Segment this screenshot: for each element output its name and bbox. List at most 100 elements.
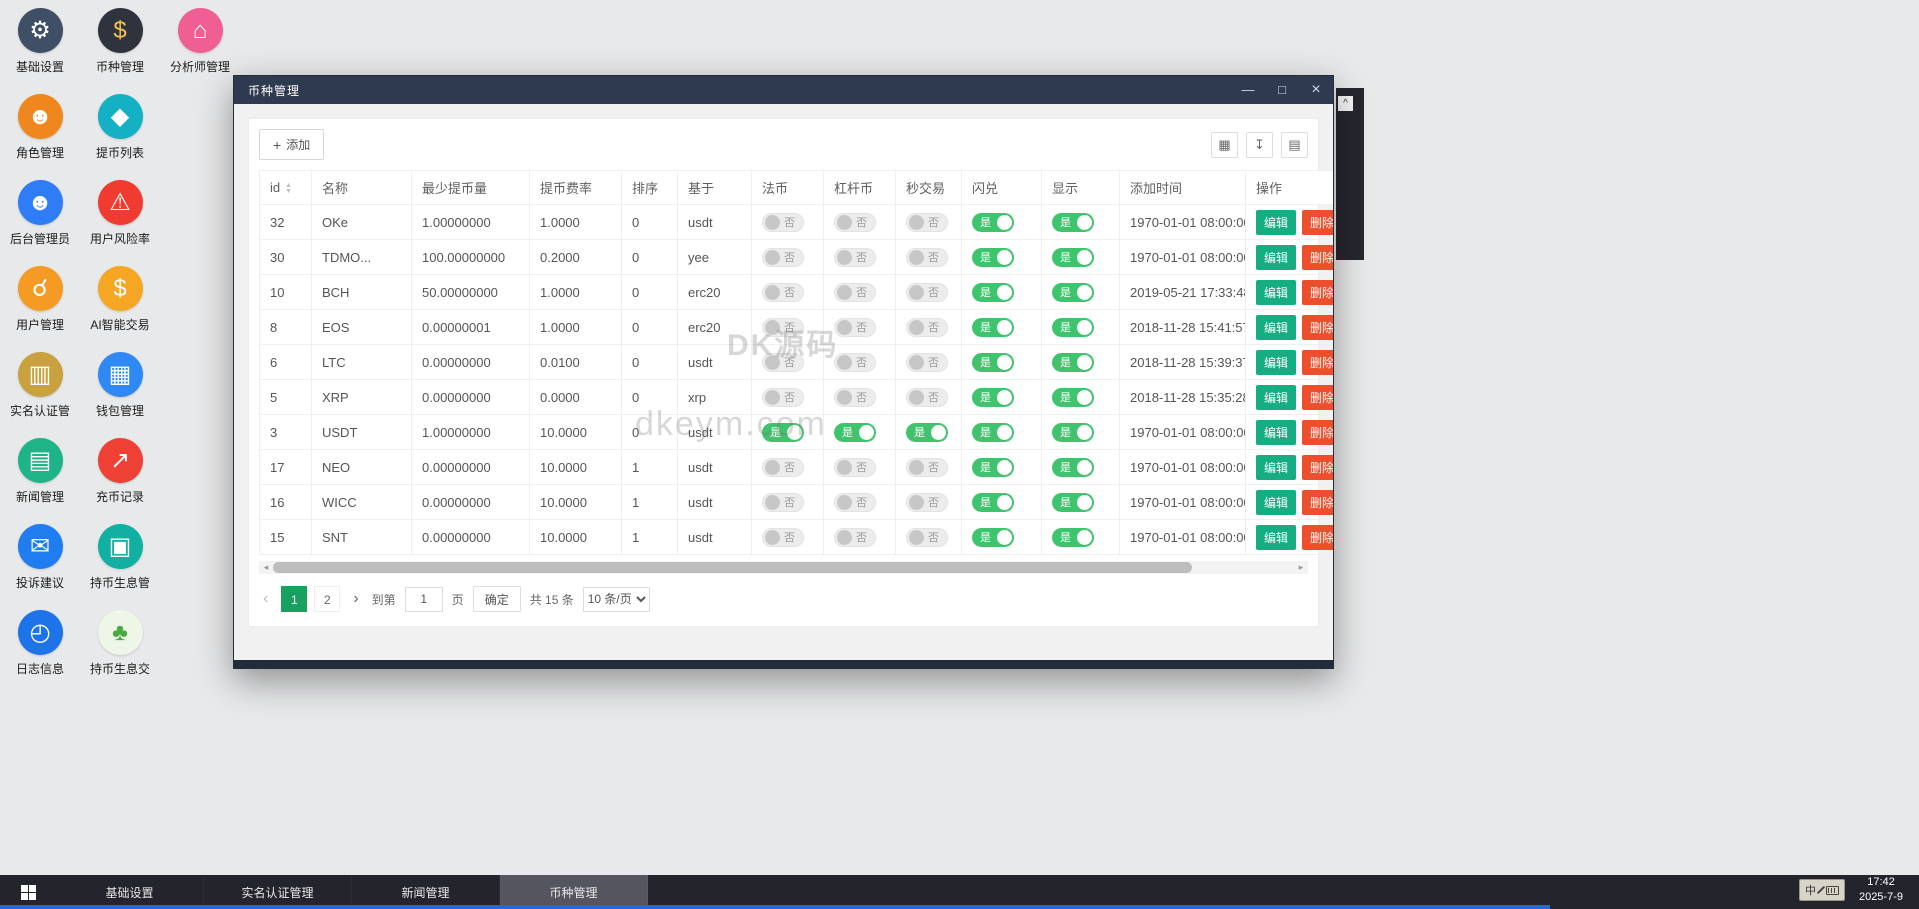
toggle-switch[interactable]: 是 <box>1052 248 1094 267</box>
toggle-switch[interactable]: 否 <box>906 213 948 232</box>
desktop-icon-log-info[interactable]: ◴日志信息 <box>1 606 79 692</box>
toggle-switch[interactable]: 是 <box>1052 213 1094 232</box>
minimize-button[interactable]: — <box>1231 76 1265 104</box>
add-button[interactable]: + 添加 <box>259 129 324 160</box>
desktop-icon-wallet-manage[interactable]: ▦钱包管理 <box>81 348 159 434</box>
window-titlebar[interactable]: 币种管理 —□× <box>234 76 1333 104</box>
toggle-switch[interactable]: 否 <box>906 528 948 547</box>
scrollbar-thumb[interactable] <box>273 562 1192 573</box>
toggle-switch[interactable]: 是 <box>972 318 1014 337</box>
toggle-switch[interactable]: 否 <box>834 353 876 372</box>
desktop-icon-analyst-manage[interactable]: ⌂分析师管理 <box>161 4 239 90</box>
sort-icon[interactable]: ▲▼ <box>285 183 292 195</box>
edit-button[interactable]: 编辑 <box>1256 245 1296 270</box>
toggle-switch[interactable]: 否 <box>762 493 804 512</box>
desktop-icon-ai-smart-trade[interactable]: $AI智能交易 <box>81 262 159 348</box>
edit-button[interactable]: 编辑 <box>1256 385 1296 410</box>
taskbar-item-currency-manage[interactable]: 币种管理 <box>500 875 648 909</box>
horizontal-scrollbar[interactable]: ◂ ▸ <box>259 561 1308 574</box>
toggle-switch[interactable]: 是 <box>906 423 948 442</box>
edit-button[interactable]: 编辑 <box>1256 420 1296 445</box>
taskbar-clock[interactable]: 17:42 2025-7-9 <box>1859 875 1903 905</box>
toggle-switch[interactable]: 是 <box>972 423 1014 442</box>
toggle-switch[interactable]: 否 <box>762 213 804 232</box>
edit-button[interactable]: 编辑 <box>1256 210 1296 235</box>
toggle-switch[interactable]: 否 <box>762 283 804 302</box>
desktop-icon-withdraw-list[interactable]: ◆提币列表 <box>81 90 159 176</box>
columns-button[interactable]: ▦ <box>1211 132 1238 158</box>
prev-page-button[interactable]: ‹ <box>259 586 272 612</box>
delete-button[interactable]: 删除 <box>1302 490 1333 515</box>
toggle-switch[interactable]: 否 <box>834 493 876 512</box>
toggle-switch[interactable]: 否 <box>834 458 876 477</box>
desktop-icon-realname-auth-manage[interactable]: ▥实名认证管 <box>1 348 79 434</box>
page-button-2[interactable]: 2 <box>314 586 340 612</box>
toggle-switch[interactable]: 是 <box>762 423 804 442</box>
toggle-switch[interactable]: 是 <box>972 493 1014 512</box>
toggle-switch[interactable]: 是 <box>1052 493 1094 512</box>
toggle-switch[interactable]: 是 <box>972 248 1014 267</box>
sort-down-icon[interactable]: ▼ <box>285 189 292 195</box>
toggle-switch[interactable]: 否 <box>762 458 804 477</box>
page-goto-input[interactable] <box>405 587 443 612</box>
ime-language-bar[interactable]: 中 <box>1799 879 1845 901</box>
edit-button[interactable]: 编辑 <box>1256 315 1296 340</box>
toggle-switch[interactable]: 是 <box>972 213 1014 232</box>
toggle-switch[interactable]: 否 <box>762 528 804 547</box>
desktop-icon-currency-manage[interactable]: $币种管理 <box>81 4 159 90</box>
toggle-switch[interactable]: 否 <box>906 353 948 372</box>
page-size-select[interactable]: 10 条/页 <box>583 587 650 612</box>
toggle-switch[interactable]: 是 <box>972 283 1014 302</box>
toggle-switch[interactable]: 否 <box>834 248 876 267</box>
toggle-switch[interactable]: 否 <box>834 213 876 232</box>
toggle-switch[interactable]: 否 <box>906 248 948 267</box>
toggle-switch[interactable]: 是 <box>1052 388 1094 407</box>
toggle-switch[interactable]: 否 <box>762 388 804 407</box>
toggle-switch[interactable]: 否 <box>906 388 948 407</box>
toggle-switch[interactable]: 是 <box>972 388 1014 407</box>
toggle-switch[interactable]: 是 <box>1052 423 1094 442</box>
desktop-icon-complaint-suggest[interactable]: ✉投诉建议 <box>1 520 79 606</box>
toggle-switch[interactable]: 否 <box>762 248 804 267</box>
toggle-switch[interactable]: 否 <box>834 388 876 407</box>
taskbar-item-basic-settings[interactable]: 基础设置 <box>56 875 204 909</box>
start-button[interactable] <box>0 875 56 909</box>
edit-button[interactable]: 编辑 <box>1256 350 1296 375</box>
taskbar-item-news-manage[interactable]: 新闻管理 <box>352 875 500 909</box>
scroll-right-icon[interactable]: ▸ <box>1294 561 1308 574</box>
toggle-switch[interactable]: 是 <box>1052 458 1094 477</box>
close-button[interactable]: × <box>1299 76 1333 104</box>
delete-button[interactable]: 删除 <box>1302 455 1333 480</box>
toggle-switch[interactable]: 是 <box>972 353 1014 372</box>
desktop-icon-holding-interest-manage[interactable]: ▣持币生息管 <box>81 520 159 606</box>
edit-button[interactable]: 编辑 <box>1256 490 1296 515</box>
desktop-icon-admin-manage[interactable]: ☻后台管理员 <box>1 176 79 262</box>
scrollbar-track[interactable] <box>273 561 1294 574</box>
toggle-switch[interactable]: 否 <box>906 458 948 477</box>
desktop-icon-user-manage[interactable]: ☌用户管理 <box>1 262 79 348</box>
desktop-icon-news-manage[interactable]: ▤新闻管理 <box>1 434 79 520</box>
desktop-icon-role-manage[interactable]: ☻角色管理 <box>1 90 79 176</box>
toggle-switch[interactable]: 是 <box>972 458 1014 477</box>
taskbar-item-realname-auth[interactable]: 实名认证管理 <box>204 875 352 909</box>
toggle-switch[interactable]: 是 <box>972 528 1014 547</box>
toggle-switch[interactable]: 是 <box>1052 283 1094 302</box>
delete-button[interactable]: 删除 <box>1302 210 1333 235</box>
page-button-1[interactable]: 1 <box>281 586 307 612</box>
toggle-switch[interactable]: 是 <box>1052 528 1094 547</box>
desktop-icon-deposit-record[interactable]: ↗充币记录 <box>81 434 159 520</box>
toggle-switch[interactable]: 是 <box>1052 318 1094 337</box>
toggle-switch[interactable]: 是 <box>1052 353 1094 372</box>
toggle-switch[interactable]: 否 <box>906 283 948 302</box>
scroll-left-icon[interactable]: ◂ <box>259 561 273 574</box>
delete-button[interactable]: 删除 <box>1302 385 1333 410</box>
toggle-switch[interactable]: 否 <box>834 528 876 547</box>
export-button[interactable]: ↧ <box>1246 132 1273 158</box>
edit-button[interactable]: 编辑 <box>1256 525 1296 550</box>
delete-button[interactable]: 删除 <box>1302 350 1333 375</box>
desktop-icon-basic-settings[interactable]: ⚙基础设置 <box>1 4 79 90</box>
toggle-switch[interactable]: 否 <box>762 318 804 337</box>
toggle-switch[interactable]: 否 <box>834 283 876 302</box>
column-header-id[interactable]: id▲▼ <box>260 171 312 205</box>
delete-button[interactable]: 删除 <box>1302 315 1333 340</box>
